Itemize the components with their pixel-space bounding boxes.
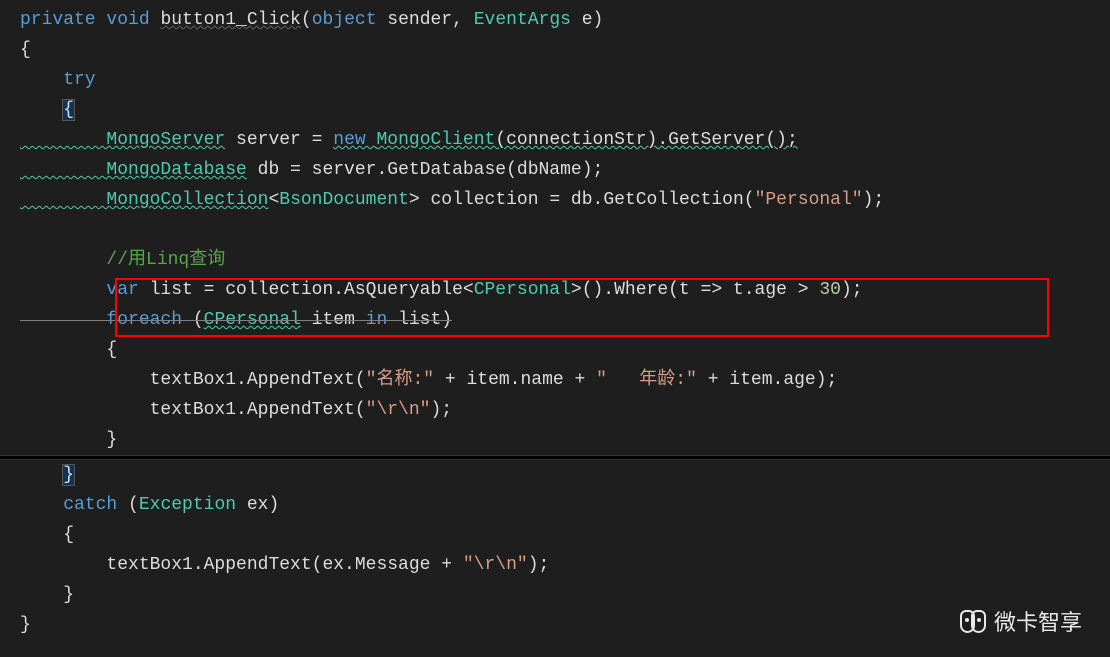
code-text: textBox1.AppendText(ex.Message + (20, 555, 463, 575)
code-text: ); (863, 190, 885, 210)
code-line[interactable]: foreach (CPersonal item in list) (0, 305, 1110, 335)
code-line[interactable]: textBox1.AppendText("名称:" + item.name + … (0, 365, 1110, 395)
string-literal: "名称:" (366, 370, 434, 390)
keyword-foreach: foreach (20, 310, 193, 330)
brace: { (20, 340, 117, 360)
type-bsondocument: BsonDocument (279, 190, 409, 210)
brace: { (20, 525, 74, 545)
type-mongoserver: MongoServer (20, 130, 225, 150)
code-line[interactable]: { (0, 335, 1110, 365)
brace-highlighted: { (63, 100, 74, 120)
string-literal: "\r\n" (366, 400, 431, 420)
type-mongocollection: MongoCollection (20, 190, 268, 210)
brace-highlighted: } (63, 465, 74, 485)
keyword-void: void (96, 10, 161, 30)
watermark: 微卡智享 (960, 605, 1082, 637)
type-mongoclient: MongoClient (376, 130, 495, 150)
code-line[interactable]: } (0, 425, 1110, 455)
code-line[interactable]: { (0, 520, 1110, 550)
var-ex: ex) (236, 495, 279, 515)
code-line[interactable]: textBox1.AppendText(ex.Message + "\r\n")… (0, 550, 1110, 580)
code-line[interactable]: } (0, 610, 1110, 640)
type-cpersonal: CPersonal (204, 310, 301, 330)
code-line[interactable]: } (0, 460, 1110, 490)
code-text: >().Where(t => t.age > (571, 280, 819, 300)
code-line[interactable]: MongoDatabase db = server.GetDatabase(db… (0, 155, 1110, 185)
code-line[interactable]: textBox1.AppendText("\r\n"); (0, 395, 1110, 425)
type-cpersonal: CPersonal (474, 280, 571, 300)
angle-bracket: > (409, 190, 420, 210)
code-text: ); (528, 555, 550, 575)
code-text: ); (841, 280, 863, 300)
code-text: server = (225, 130, 333, 150)
comment: //用Linq查询 (20, 250, 225, 270)
code-text: textBox1.AppendText( (20, 400, 366, 420)
empty-line[interactable] (0, 215, 1110, 245)
code-line[interactable]: catch (Exception ex) (0, 490, 1110, 520)
code-line[interactable]: try (0, 65, 1110, 95)
code-text: ); (430, 400, 452, 420)
brace: } (20, 585, 74, 605)
code-line[interactable]: { (0, 35, 1110, 65)
code-line[interactable]: { (0, 95, 1110, 125)
code-text: list = collection.AsQueryable< (139, 280, 474, 300)
number-literal: 30 (819, 280, 841, 300)
string-literal: " 年龄:" (596, 370, 697, 390)
brace: } (20, 430, 117, 450)
keyword-catch: catch (20, 495, 128, 515)
keyword-in: in (366, 310, 388, 330)
code-text: + item.name + (434, 370, 596, 390)
param-e: e) (571, 10, 603, 30)
keyword-try: try (20, 70, 96, 90)
var-list: list) (387, 310, 452, 330)
watermark-text: 微卡智享 (994, 605, 1082, 637)
paren: ( (193, 310, 204, 330)
code-line[interactable]: } (0, 580, 1110, 610)
paren: ( (301, 10, 312, 30)
keyword-new: new (333, 130, 376, 150)
string-literal: "\r\n" (463, 555, 528, 575)
code-text: collection = db.GetCollection( (420, 190, 755, 210)
wechat-icon (960, 610, 986, 632)
paren: ( (128, 495, 139, 515)
brace: { (20, 40, 31, 60)
keyword-private: private (20, 10, 96, 30)
code-editor[interactable]: private void button1_Click(object sender… (0, 0, 1110, 640)
angle-bracket: < (268, 190, 279, 210)
string-literal: "Personal" (755, 190, 863, 210)
var-item: item (301, 310, 366, 330)
method-name: button1_Click (160, 10, 300, 30)
code-text: (connectionStr).GetServer(); (495, 130, 797, 150)
param-sender: sender, (377, 10, 474, 30)
code-line[interactable]: MongoCollection<BsonDocument> collection… (0, 185, 1110, 215)
code-line[interactable]: MongoServer server = new MongoClient(con… (0, 125, 1110, 155)
code-text: textBox1.AppendText( (20, 370, 366, 390)
keyword-object: object (312, 10, 377, 30)
keyword-var: var (20, 280, 139, 300)
code-text: + item.age); (697, 370, 837, 390)
type-mongodatabase: MongoDatabase (20, 160, 247, 180)
type-eventargs: EventArgs (474, 10, 571, 30)
type-exception: Exception (139, 495, 236, 515)
code-text: db = server.GetDatabase(dbName); (247, 160, 603, 180)
code-line[interactable]: //用Linq查询 (0, 245, 1110, 275)
code-line[interactable]: private void button1_Click(object sender… (0, 5, 1110, 35)
brace: } (20, 615, 31, 635)
code-line[interactable]: var list = collection.AsQueryable<CPerso… (0, 275, 1110, 305)
